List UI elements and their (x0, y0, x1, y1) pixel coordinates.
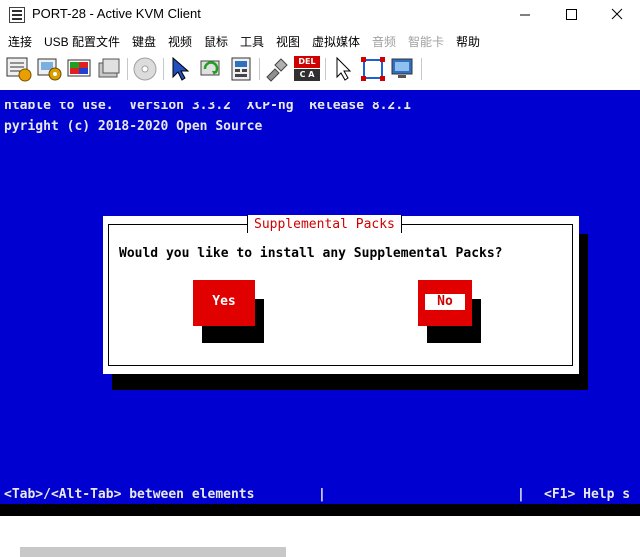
close-icon (611, 8, 623, 20)
console-copyright-line: pyright (c) 2018-2020 Open Source (4, 119, 263, 134)
cd-media-icon[interactable] (131, 55, 159, 83)
console-line-partial: ntable to use. Version 3.3.2 XCP-ng Rele… (4, 102, 411, 112)
toolbar: DEL C A (0, 52, 640, 88)
toolbar-separator (421, 58, 422, 80)
pointer-icon[interactable] (329, 55, 357, 83)
toolbar-separator (325, 58, 326, 80)
minimize-icon (520, 14, 530, 16)
status-hint-right: <F1> Help s (544, 487, 631, 502)
menu-view[interactable]: 视图 (276, 33, 300, 50)
dialog-question: Would you like to install any Supplement… (119, 246, 503, 261)
horizontal-scrollbar[interactable] (0, 540, 640, 557)
keyboard-icon[interactable] (227, 55, 255, 83)
dialog-title: Supplemental Packs (254, 217, 395, 232)
cursor-icon[interactable] (167, 55, 195, 83)
maximize-button[interactable] (548, 0, 594, 30)
kvm-app-icon (9, 7, 25, 23)
scrollbar-thumb[interactable] (20, 547, 286, 557)
video-settings-icon[interactable] (65, 55, 93, 83)
menu-smart-card[interactable]: 智能卡 (408, 33, 444, 50)
status-separator: | (517, 487, 525, 502)
ctrl-alt-badge: C A (294, 69, 320, 81)
toolbar-separator (127, 58, 128, 80)
dialog-title-box: Supplemental Packs (247, 215, 402, 233)
menu-usb-profile[interactable]: USB 配置文件 (44, 33, 120, 50)
usb-settings-icon[interactable] (35, 55, 63, 83)
menu-audio[interactable]: 音频 (372, 33, 396, 50)
menu-mouse[interactable]: 鼠标 (204, 33, 228, 50)
no-button[interactable]: No (418, 280, 472, 326)
connection-properties-icon[interactable] (5, 55, 33, 83)
ctrl-alt-del-icon[interactable]: DEL C A (293, 55, 321, 83)
supplemental-packs-dialog: Supplemental Packs (103, 215, 579, 374)
screenshot-icon[interactable] (389, 55, 417, 83)
menu-video[interactable]: 视频 (168, 33, 192, 50)
toolbar-separator (163, 58, 164, 80)
menu-tools[interactable]: 工具 (240, 33, 264, 50)
plug-icon[interactable] (263, 55, 291, 83)
menu-bar: 连接 USB 配置文件 键盘 视频 鼠标 工具 视图 虚拟媒体 音频 智能卡 帮… (0, 30, 640, 52)
no-button-label: No (437, 294, 453, 309)
session-icon[interactable] (95, 55, 123, 83)
window-title: PORT-28 - Active KVM Client (32, 6, 201, 21)
fullscreen-icon[interactable] (359, 55, 387, 83)
menu-virtual-media[interactable]: 虚拟媒体 (312, 33, 360, 50)
menu-keyboard[interactable]: 键盘 (132, 33, 156, 50)
status-separator: | (318, 487, 326, 502)
maximize-icon (566, 9, 577, 20)
toolbar-separator (259, 58, 260, 80)
close-button[interactable] (594, 0, 640, 30)
title-bar: PORT-28 - Active KVM Client (0, 0, 640, 30)
console-bottom-band (0, 504, 640, 516)
refresh-icon[interactable] (197, 55, 225, 83)
yes-button[interactable]: Yes (193, 280, 255, 326)
status-hint-left: <Tab>/<Alt-Tab> between elements (4, 487, 255, 502)
menu-connect[interactable]: 连接 (8, 33, 32, 50)
yes-button-label: Yes (212, 294, 236, 309)
kvm-console[interactable]: ntable to use. Version 3.3.2 XCP-ng Rele… (0, 90, 640, 516)
minimize-button[interactable] (502, 0, 548, 30)
del-badge: DEL (294, 56, 320, 68)
menu-help[interactable]: 帮助 (456, 33, 480, 50)
